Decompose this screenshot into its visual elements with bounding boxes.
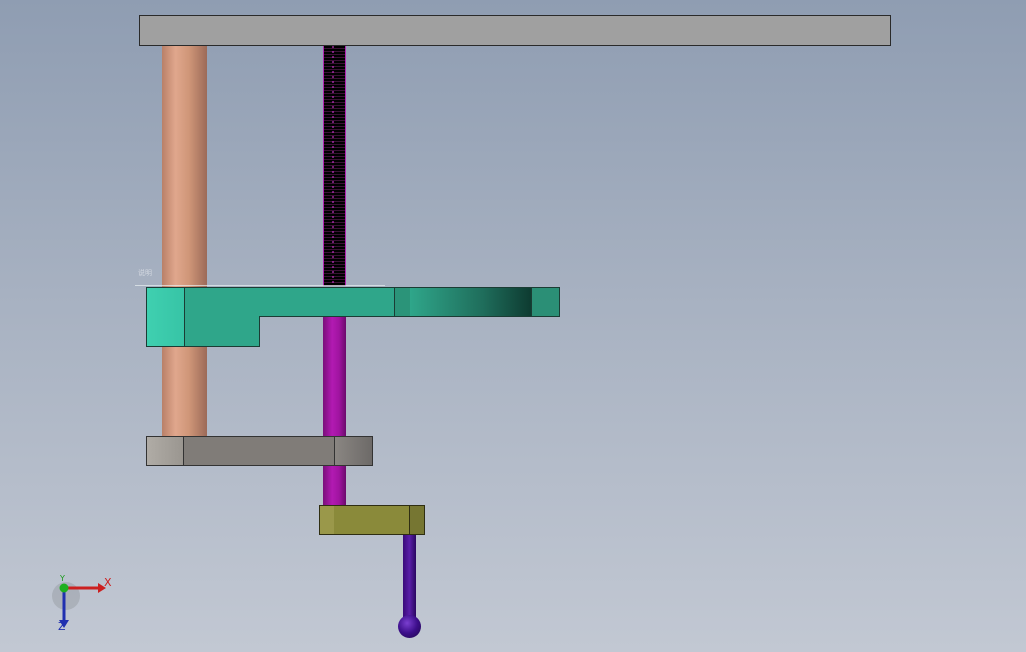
teal-arm-step[interactable] (184, 316, 260, 347)
olive-collar-body[interactable] (334, 505, 410, 535)
cad-viewport[interactable]: 说明 X Y Z (0, 0, 1026, 652)
axis-triad-icon (52, 582, 106, 628)
axis-x-label: X (104, 576, 112, 589)
axis-y-label: Y (60, 574, 65, 583)
grey-block-left[interactable] (146, 436, 184, 466)
teal-arm-body[interactable] (184, 287, 395, 317)
teal-arm-end-cap[interactable] (531, 287, 560, 317)
teal-arm-joint[interactable] (394, 287, 411, 317)
teal-arm-extension[interactable] (410, 287, 532, 317)
probe-stem[interactable] (403, 535, 416, 617)
olive-collar-left[interactable] (319, 505, 335, 535)
model-tag-label: 说明 (138, 269, 152, 277)
threaded-rod[interactable] (323, 46, 346, 286)
purple-shaft[interactable] (323, 316, 346, 506)
edge-highlight (135, 285, 385, 286)
teal-arm-left-block[interactable] (146, 287, 184, 347)
grey-block-right[interactable] (334, 436, 373, 466)
guide-column[interactable] (162, 46, 207, 436)
axis-z-label: Z (58, 620, 66, 633)
top-plate[interactable] (139, 15, 891, 46)
probe-ball[interactable] (398, 615, 421, 638)
olive-collar-right[interactable] (409, 505, 425, 535)
axis-triad: X Y Z (40, 570, 130, 640)
grey-block-body[interactable] (184, 436, 335, 466)
